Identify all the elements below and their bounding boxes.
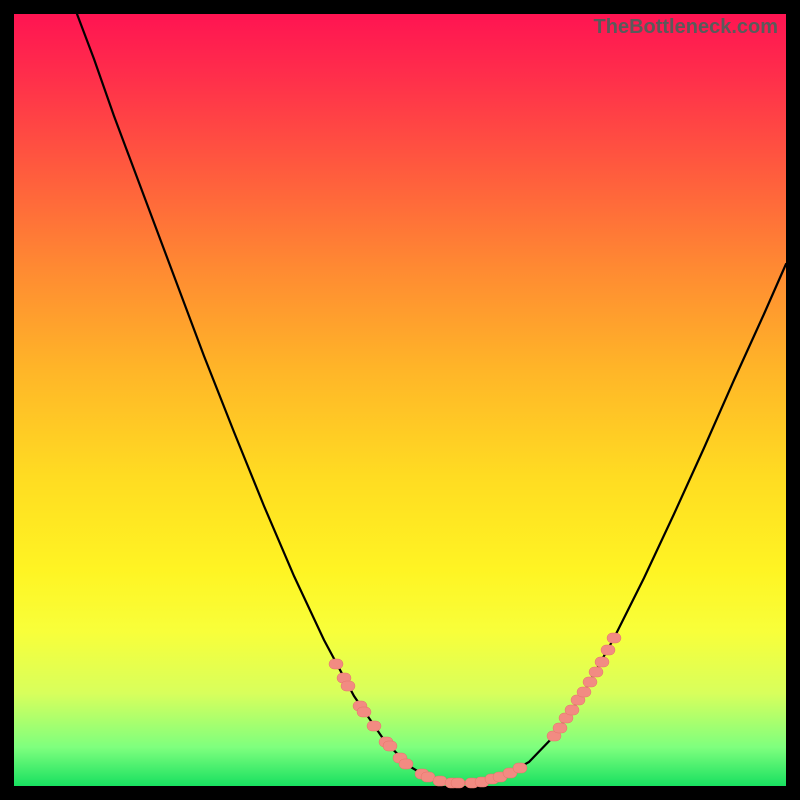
curve-marker	[513, 763, 527, 773]
curve-marker	[595, 657, 609, 667]
bottleneck-curve	[77, 14, 786, 783]
chart-plot	[14, 14, 786, 786]
curve-marker	[589, 667, 603, 677]
curve-marker	[601, 645, 615, 655]
curve-marker	[565, 705, 579, 715]
curve-marker	[357, 707, 371, 717]
curve-marker	[367, 721, 381, 731]
curve-marker	[341, 681, 355, 691]
curve-marker	[607, 633, 621, 643]
curve-marker	[329, 659, 343, 669]
markers-left	[329, 659, 413, 769]
curve-marker	[399, 759, 413, 769]
curve-marker	[577, 687, 591, 697]
chart-frame: TheBottleneck.com	[14, 14, 786, 786]
markers-right	[547, 633, 621, 741]
curve-marker	[433, 776, 447, 786]
curve-marker	[553, 723, 567, 733]
curve-marker	[583, 677, 597, 687]
markers-bottom	[415, 763, 527, 788]
curve-marker	[451, 778, 465, 788]
curve-marker	[383, 741, 397, 751]
